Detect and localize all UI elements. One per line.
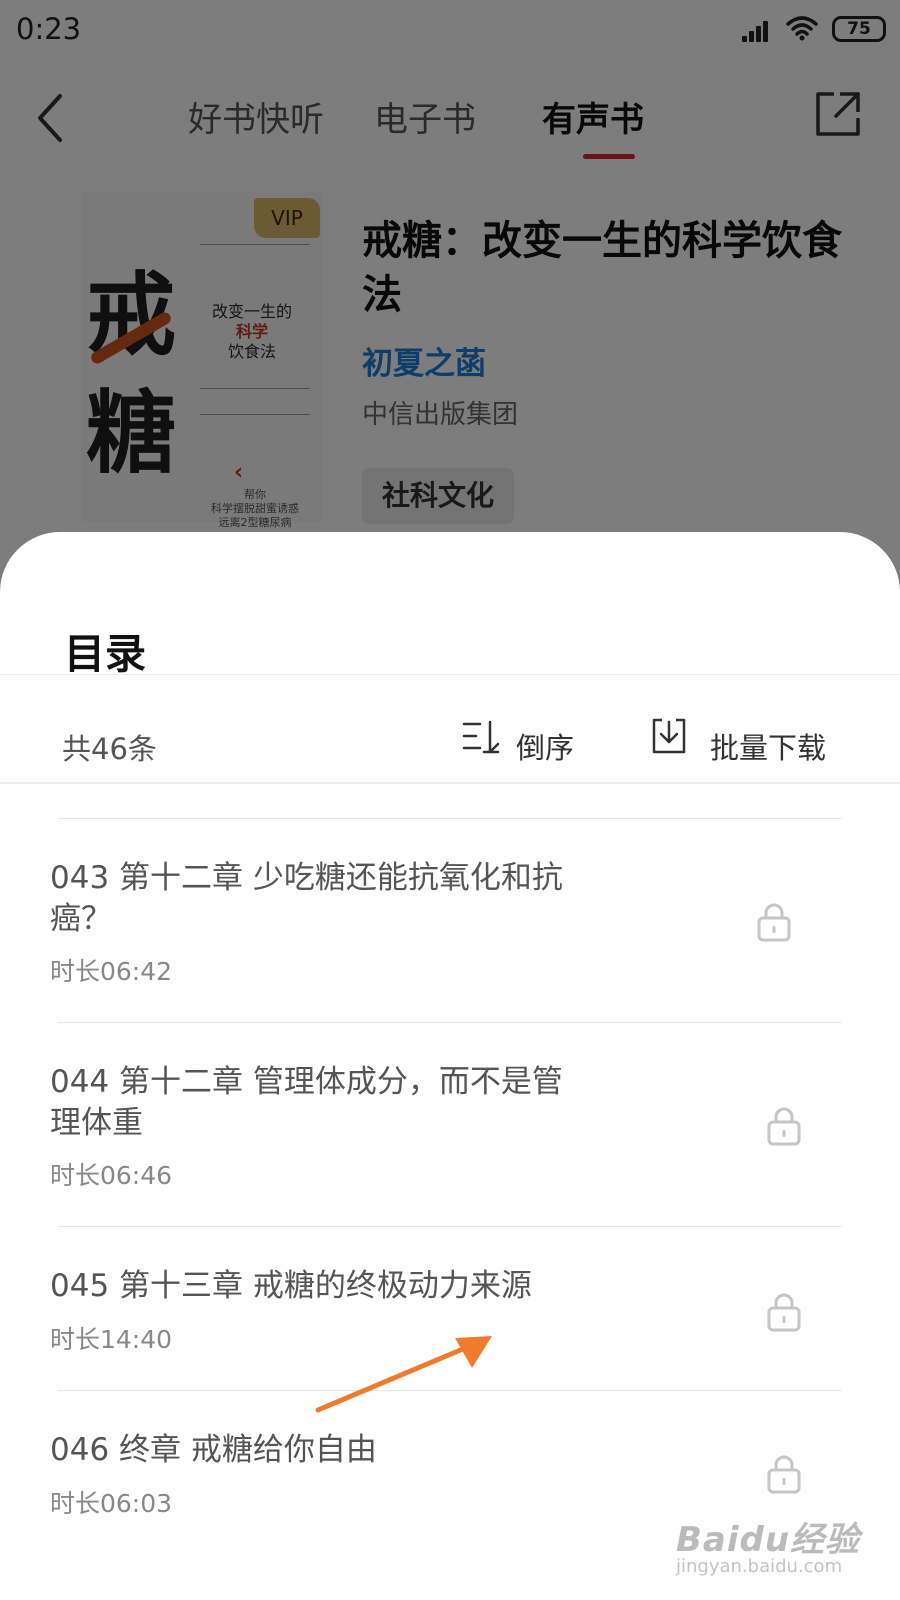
sort-icon — [462, 720, 500, 754]
list-separator — [58, 1390, 842, 1391]
list-item[interactable]: 044 第十二章 管理体成分，而不是管理体重 时长06:46 — [0, 1062, 900, 1222]
list-separator — [58, 818, 842, 819]
list-item[interactable]: 045 第十三章 戒糖的终极动力来源 时长14:40 — [0, 1266, 900, 1386]
episode-title: 045 第十三章 戒糖的终极动力来源 — [50, 1268, 532, 1304]
divider — [0, 674, 900, 675]
reverse-order-label: 倒序 — [516, 731, 575, 765]
watermark-url: jingyan.baidu.com — [676, 1556, 843, 1577]
episode-duration: 时长06:42 — [50, 957, 173, 986]
list-separator — [58, 1022, 842, 1023]
episode-count: 共46条 — [62, 732, 157, 766]
divider — [0, 782, 900, 784]
lock-icon — [767, 1455, 801, 1494]
lock-icon — [767, 1107, 801, 1146]
download-icon — [652, 718, 686, 754]
episode-title: 044 第十二章 管理体成分，而不是管理体重 — [50, 1064, 563, 1141]
watermark-logo: Baidu经验 jingyan.baidu.com — [676, 1512, 896, 1582]
batch-download-label: 批量下载 — [710, 731, 827, 765]
episode-title: 043 第十二章 少吃糖还能抗氧化和抗癌？ — [50, 860, 563, 937]
episode-duration: 时长14:40 — [50, 1325, 173, 1354]
sheet-title: 目录 — [64, 630, 146, 678]
toc-sheet: 目录 共46条 倒序 批量下载 043 第十二章 少吃糖还能抗氧化和抗癌？ 时长… — [0, 532, 900, 1600]
episode-duration: 时长06:03 — [50, 1489, 173, 1518]
list-separator — [58, 1226, 842, 1227]
watermark-text: Baidu经验 — [676, 1520, 861, 1560]
episode-title: 046 终章 戒糖给你自由 — [50, 1432, 377, 1468]
list-item[interactable]: 043 第十二章 少吃糖还能抗氧化和抗癌？ 时长06:42 — [0, 858, 900, 1018]
lock-icon — [767, 1293, 801, 1332]
lock-icon — [757, 903, 791, 942]
episode-duration: 时长06:46 — [50, 1161, 173, 1190]
